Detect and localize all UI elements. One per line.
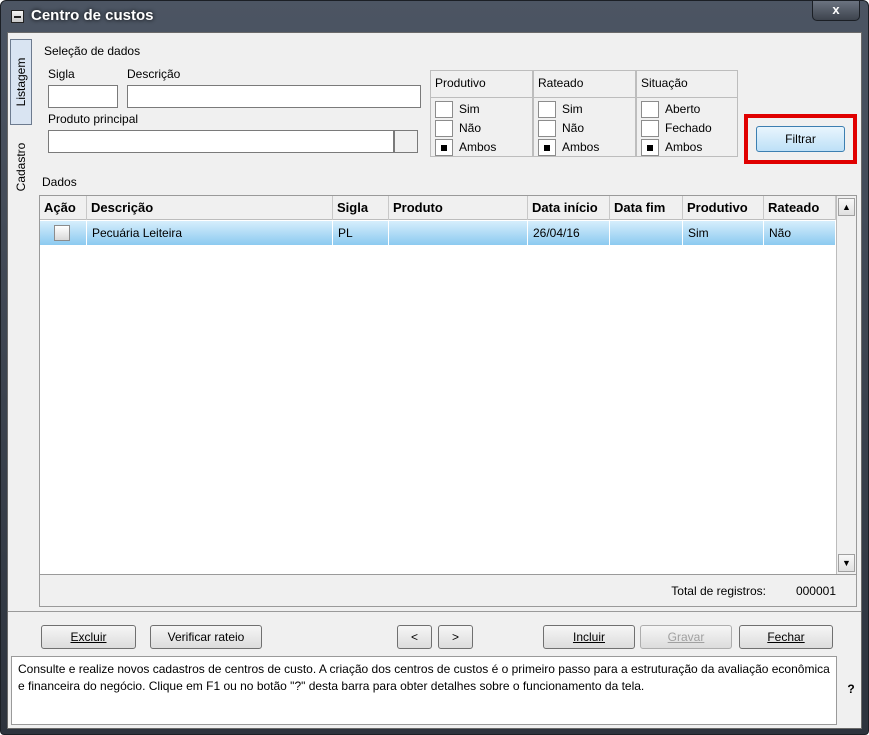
tab-cadastro[interactable]: Cadastro	[10, 129, 32, 205]
selection-section-label: Seleção de dados	[44, 44, 141, 58]
grid-header: Ação Descrição Sigla Produto Data início…	[40, 196, 836, 220]
previous-button[interactable]: <	[397, 625, 432, 649]
row-data-inicio: 26/04/16	[528, 221, 610, 245]
situacao-fechado-checkbox[interactable]	[641, 120, 659, 137]
situacao-aberto-label: Aberto	[665, 102, 701, 116]
rateado-group: Rateado Sim Não Ambos	[533, 70, 636, 157]
window-title: Centro de custos	[31, 7, 154, 24]
total-label: Total de registros:	[671, 584, 766, 598]
produto-lookup-button[interactable]	[394, 130, 418, 153]
situacao-ambos-label: Ambos	[665, 140, 703, 154]
row-produtivo: Sim	[683, 221, 764, 245]
descricao-label: Descrição	[127, 67, 181, 81]
col-sigla[interactable]: Sigla	[333, 196, 389, 220]
help-button[interactable]: ?	[841, 656, 861, 725]
produto-principal-input[interactable]	[48, 130, 394, 153]
situacao-group: Situação Aberto Fechado Ambos	[636, 70, 738, 157]
total-value: 000001	[795, 584, 836, 598]
vertical-scrollbar[interactable]: ▲ ▼	[836, 196, 856, 574]
sigla-input[interactable]	[48, 85, 118, 108]
row-action-checkbox[interactable]	[54, 225, 70, 241]
col-rateado[interactable]: Rateado	[764, 196, 836, 220]
window-client: Listagem Cadastro Seleção de dados Sigla…	[7, 32, 862, 729]
col-acao[interactable]: Ação	[40, 196, 87, 220]
rateado-nao-checkbox[interactable]	[538, 120, 556, 137]
toolbar-divider	[8, 611, 861, 612]
rateado-ambos-checkbox[interactable]	[538, 139, 556, 156]
row-acao-cell[interactable]	[40, 221, 87, 245]
excluir-button-label: Excluir	[70, 630, 107, 644]
col-data-inicio[interactable]: Data início	[528, 196, 610, 220]
situacao-separator	[637, 97, 737, 98]
title-bar[interactable]: Centro de custos x	[1, 1, 868, 31]
dados-section-label: Dados	[42, 175, 77, 189]
gravar-button-label: Gravar	[667, 630, 705, 644]
grid-footer: Total de registros: 000001	[39, 575, 857, 607]
col-descricao[interactable]: Descrição	[87, 196, 333, 220]
situacao-fechado-label: Fechado	[665, 121, 712, 135]
descricao-input[interactable]	[127, 85, 421, 108]
col-produtivo[interactable]: Produtivo	[683, 196, 764, 220]
window-menu-icon[interactable]	[11, 10, 24, 23]
scroll-up-icon[interactable]: ▲	[838, 198, 855, 216]
produtivo-sim-checkbox[interactable]	[435, 101, 453, 118]
produto-principal-label: Produto principal	[48, 112, 139, 126]
listagem-panel: Seleção de dados Sigla Descrição Produto…	[36, 35, 859, 607]
tab-cadastro-label: Cadastro	[14, 142, 28, 192]
col-data-fim[interactable]: Data fim	[610, 196, 683, 220]
produtivo-sim-label: Sim	[459, 102, 480, 116]
row-rateado: Não	[764, 221, 836, 245]
gravar-button[interactable]: Gravar	[640, 625, 732, 649]
tab-listagem-label: Listagem	[14, 57, 28, 107]
produtivo-title: Produtivo	[435, 76, 486, 90]
app-window: Centro de custos x Listagem Cadastro Sel…	[0, 0, 869, 735]
col-produto[interactable]: Produto	[389, 196, 528, 220]
row-data-fim	[610, 221, 683, 245]
fechar-button-label: Fechar	[767, 630, 805, 644]
row-produto	[389, 221, 528, 245]
rateado-sim-checkbox[interactable]	[538, 101, 556, 118]
scroll-down-icon[interactable]: ▼	[838, 554, 855, 572]
produtivo-nao-label: Não	[459, 121, 482, 135]
verificar-rateio-button[interactable]: Verificar rateio	[150, 625, 262, 649]
row-sigla: PL	[333, 221, 389, 245]
situacao-title: Situação	[641, 76, 688, 90]
produtivo-ambos-label: Ambos	[459, 140, 497, 154]
rateado-ambos-label: Ambos	[562, 140, 600, 154]
situacao-ambos-checkbox[interactable]	[641, 139, 659, 156]
data-grid: Ação Descrição Sigla Produto Data início…	[39, 195, 857, 575]
filtrar-button[interactable]: Filtrar	[756, 126, 845, 152]
rateado-sim-label: Sim	[562, 102, 583, 116]
produtivo-separator	[431, 97, 532, 98]
produtivo-group: Produtivo Sim Não Ambos	[430, 70, 533, 157]
help-text-box: Consulte e realize novos cadastros de ce…	[11, 656, 837, 725]
next-button[interactable]: >	[438, 625, 473, 649]
produtivo-nao-checkbox[interactable]	[435, 120, 453, 137]
incluir-button[interactable]: Incluir	[543, 625, 635, 649]
row-descricao: Pecuária Leiteira	[87, 221, 333, 245]
table-row[interactable]: Pecuária Leiteira PL 26/04/16 Sim Não	[40, 221, 836, 245]
rateado-nao-label: Não	[562, 121, 585, 135]
rateado-separator	[534, 97, 635, 98]
incluir-button-label: Incluir	[572, 630, 605, 644]
situacao-aberto-checkbox[interactable]	[641, 101, 659, 118]
tab-listagem[interactable]: Listagem	[10, 39, 32, 125]
sigla-label: Sigla	[48, 67, 75, 81]
excluir-button[interactable]: Excluir	[41, 625, 136, 649]
fechar-button[interactable]: Fechar	[739, 625, 833, 649]
close-button[interactable]: x	[812, 1, 860, 21]
produtivo-ambos-checkbox[interactable]	[435, 139, 453, 156]
rateado-title: Rateado	[538, 76, 584, 90]
